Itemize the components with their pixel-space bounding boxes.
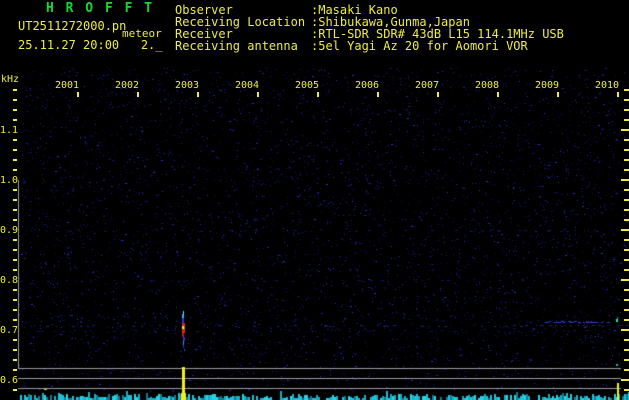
x-axis-tick xyxy=(377,92,379,97)
x-axis-tick xyxy=(617,92,619,97)
y-axis-tick-left xyxy=(13,109,17,111)
y-axis-tick-left xyxy=(13,309,17,311)
y-axis-tick-right xyxy=(621,179,629,181)
x-axis-label: 2004 xyxy=(235,80,259,91)
y-axis-label: 0.7 xyxy=(0,325,18,336)
y-axis-label: 1.1 xyxy=(0,125,18,136)
x-axis-label: 2006 xyxy=(355,80,379,91)
y-axis-tick-right xyxy=(624,239,629,241)
y-axis-label: 0.6 xyxy=(0,375,18,386)
y-axis-tick-right xyxy=(624,89,629,91)
x-axis-tick xyxy=(77,92,79,97)
x-axis-tick xyxy=(437,92,439,97)
y-axis-tick-left xyxy=(13,149,17,151)
y-axis-tick-right xyxy=(624,249,629,251)
y-axis-tick-left xyxy=(13,369,17,371)
y-axis-label: 0.8 xyxy=(0,275,18,286)
y-axis-tick-right xyxy=(621,279,629,281)
y-axis-tick-left xyxy=(13,99,17,101)
x-axis-tick xyxy=(137,92,139,97)
y-axis-tick-right xyxy=(624,199,629,201)
y-axis-tick-left xyxy=(13,119,17,121)
y-axis-tick-left xyxy=(13,289,17,291)
y-axis-tick-left xyxy=(13,299,17,301)
x-axis-label: 2010 xyxy=(595,80,619,91)
y-axis-tick-left xyxy=(13,139,17,141)
y-axis-tick-left xyxy=(13,269,17,271)
y-axis-tick-right xyxy=(621,379,629,381)
x-axis-label: 2005 xyxy=(295,80,319,91)
x-axis-tick xyxy=(557,92,559,97)
y-axis-tick-right xyxy=(624,339,629,341)
x-axis-tick xyxy=(257,92,259,97)
y-axis-tick-left xyxy=(13,159,17,161)
axis-layer: 2001 2002 2003 2004 2005 2006 2007 2008 2009 2010… xyxy=(0,0,629,400)
y-axis-tick-right xyxy=(624,359,629,361)
y-axis-tick-right xyxy=(624,139,629,141)
y-axis-tick-right xyxy=(624,299,629,301)
y-axis-label: 1.0 xyxy=(0,175,18,186)
y-axis-tick-right xyxy=(624,369,629,371)
x-axis-tick xyxy=(317,92,319,97)
x-axis-label: 2008 xyxy=(475,80,499,91)
y-axis-tick-right xyxy=(624,99,629,101)
y-axis-tick-right xyxy=(624,169,629,171)
y-axis-tick-left xyxy=(13,169,17,171)
x-axis-label: 2002 xyxy=(115,80,139,91)
y-axis-tick-right xyxy=(624,319,629,321)
y-axis-tick-left xyxy=(13,199,17,201)
x-axis-tick xyxy=(497,92,499,97)
y-axis-tick-left xyxy=(13,209,17,211)
y-axis-tick-right xyxy=(624,269,629,271)
y-axis-tick-right xyxy=(624,209,629,211)
x-axis-tick xyxy=(197,92,199,97)
y-axis-tick-right xyxy=(624,149,629,151)
y-axis-tick-right xyxy=(624,189,629,191)
y-axis-tick-left xyxy=(13,249,17,251)
y-axis-tick-left xyxy=(13,189,17,191)
y-axis-tick-right xyxy=(624,159,629,161)
y-axis-tick-right xyxy=(624,219,629,221)
y-axis-tick-right xyxy=(624,389,629,391)
y-axis-tick-left xyxy=(13,319,17,321)
y-axis-tick-right xyxy=(621,229,629,231)
x-axis-label: 2009 xyxy=(535,80,559,91)
y-axis-tick-left xyxy=(13,239,17,241)
y-axis-label: 0.9 xyxy=(0,225,18,236)
y-axis-tick-right xyxy=(621,129,629,131)
x-axis-label: 2003 xyxy=(175,80,199,91)
y-axis-tick-left xyxy=(13,259,17,261)
y-axis-tick-right xyxy=(624,259,629,261)
y-axis-tick-right xyxy=(624,349,629,351)
x-axis-label: 2007 xyxy=(415,80,439,91)
y-axis-tick-left xyxy=(13,89,17,91)
y-axis-tick-right xyxy=(621,329,629,331)
y-axis-tick-right xyxy=(624,109,629,111)
y-axis-tick-left xyxy=(13,359,17,361)
hrofft-window: H R O F F T UT2511272000.pn meteor 25.11… xyxy=(0,0,629,400)
y-axis-tick-right xyxy=(624,309,629,311)
y-axis-tick-left xyxy=(13,339,17,341)
y-axis-tick-left xyxy=(13,349,17,351)
y-axis-tick-left xyxy=(13,219,17,221)
y-axis-tick-left xyxy=(13,389,17,391)
y-axis-tick-right xyxy=(624,289,629,291)
y-axis-tick-right xyxy=(624,119,629,121)
x-axis-label: 2001 xyxy=(55,80,79,91)
